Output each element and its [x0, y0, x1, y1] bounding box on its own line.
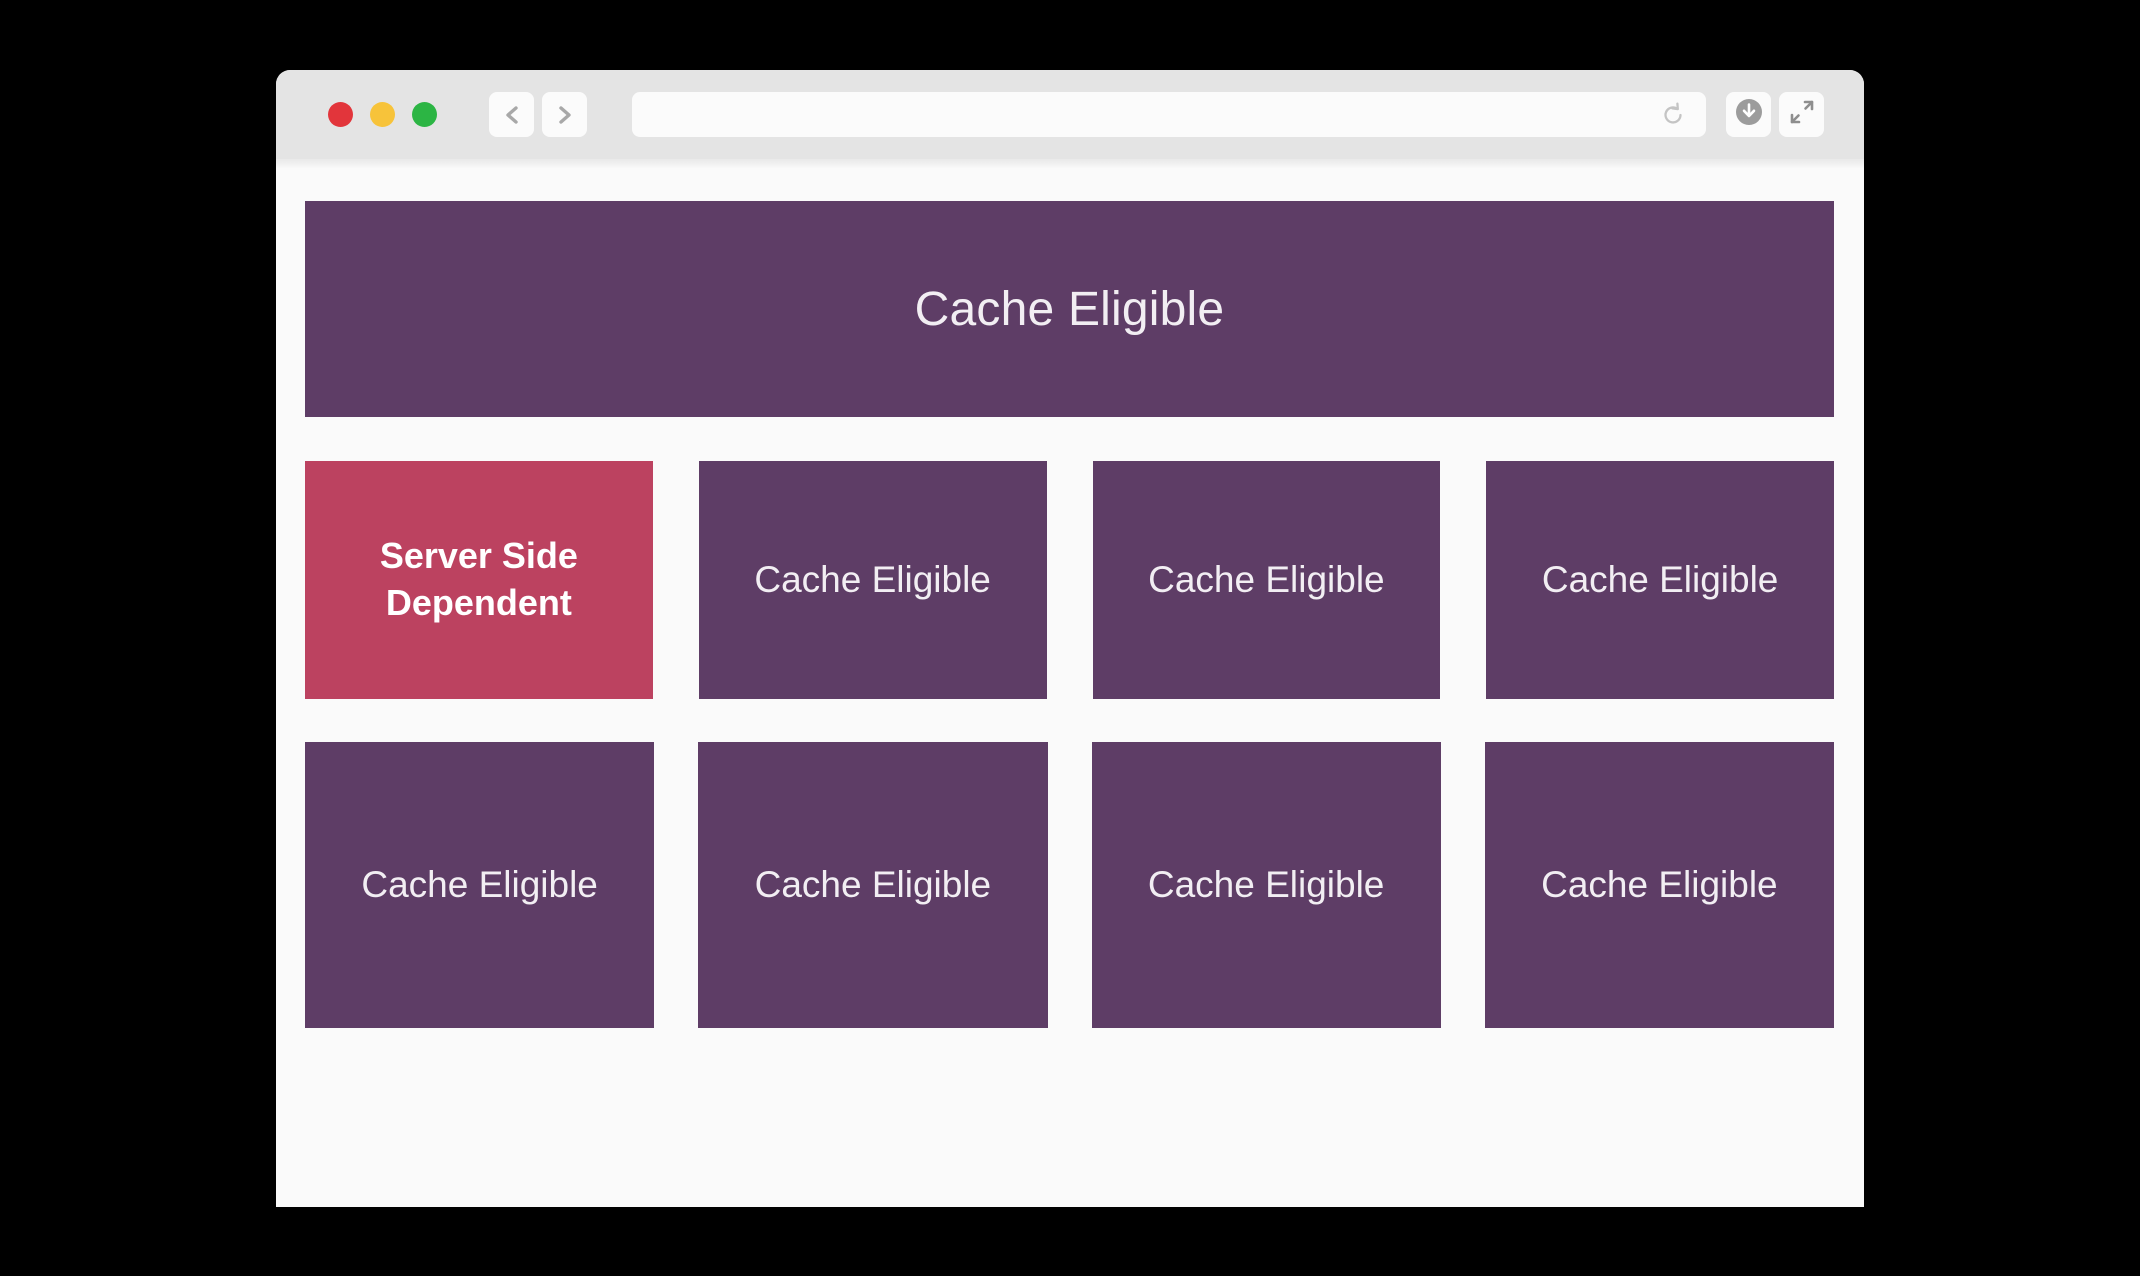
- reload-icon[interactable]: [1658, 100, 1688, 130]
- card-cache-eligible[interactable]: Cache Eligible: [305, 742, 655, 1028]
- download-icon: [1733, 96, 1765, 133]
- card-label: Cache Eligible: [1541, 863, 1778, 905]
- fullscreen-expand-icon: [1788, 98, 1816, 131]
- browser-window: Cache Eligible Server Side Dependent Cac…: [276, 70, 1864, 1207]
- card-label: Cache Eligible: [1541, 558, 1779, 600]
- toolbar-right-actions: [1726, 92, 1824, 137]
- card-label: Cache Eligible: [754, 863, 992, 905]
- close-window-button[interactable]: [328, 102, 353, 127]
- card-cache-eligible[interactable]: Cache Eligible: [1091, 742, 1441, 1028]
- card-label: Server Side Dependent: [379, 535, 578, 623]
- hero-banner: Cache Eligible: [305, 201, 1834, 417]
- card-cache-eligible[interactable]: Cache Eligible: [1486, 461, 1834, 699]
- hero-label: Cache Eligible: [914, 282, 1225, 336]
- card-label: Cache Eligible: [754, 558, 991, 600]
- fullscreen-button[interactable]: [1779, 92, 1824, 137]
- minimize-window-button[interactable]: [370, 102, 395, 127]
- screen-root: Cache Eligible Server Side Dependent Cac…: [0, 0, 2140, 1276]
- traffic-light-group: [328, 102, 437, 127]
- chevron-right-icon: [555, 104, 575, 126]
- back-button[interactable]: [489, 92, 534, 137]
- downloads-button[interactable]: [1726, 92, 1771, 137]
- card-label: Cache Eligible: [1147, 863, 1385, 905]
- card-cache-eligible[interactable]: Cache Eligible: [1484, 742, 1834, 1028]
- chevron-left-icon: [502, 104, 522, 126]
- card-label: Cache Eligible: [361, 863, 598, 905]
- navigation-buttons: [489, 92, 587, 137]
- card-cache-eligible[interactable]: Cache Eligible: [698, 461, 1047, 699]
- page-content: Cache Eligible Server Side Dependent Cac…: [276, 159, 1864, 1207]
- card-server-side-dependent[interactable]: Server Side Dependent: [305, 461, 653, 699]
- maximize-window-button[interactable]: [412, 102, 437, 127]
- card-cache-eligible[interactable]: Cache Eligible: [1092, 461, 1441, 699]
- forward-button[interactable]: [542, 92, 587, 137]
- card-cache-eligible[interactable]: Cache Eligible: [698, 742, 1048, 1028]
- browser-toolbar: [276, 70, 1864, 169]
- card-row-1: Server Side Dependent Cache Eligible Cac…: [305, 461, 1834, 699]
- card-label: Cache Eligible: [1148, 558, 1385, 600]
- card-row-2: Cache Eligible Cache Eligible Cache Elig…: [305, 742, 1834, 1028]
- address-bar[interactable]: [632, 92, 1706, 137]
